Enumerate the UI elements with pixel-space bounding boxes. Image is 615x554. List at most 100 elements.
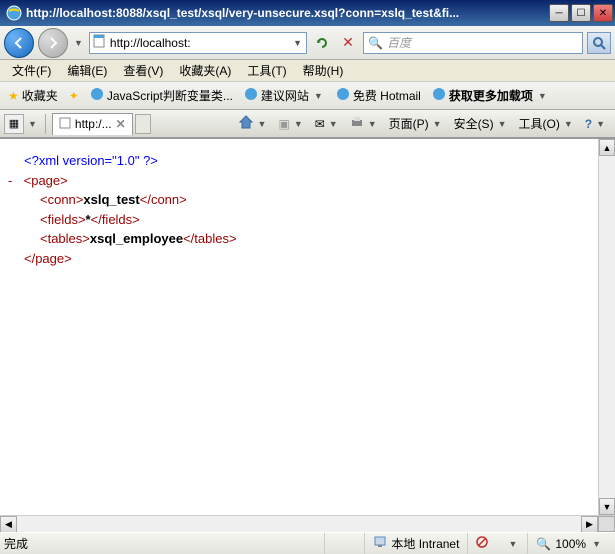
close-button[interactable]: ✕ — [593, 4, 613, 22]
quick-tabs-button[interactable]: ▦ — [4, 114, 24, 134]
tab-page-icon — [59, 117, 71, 132]
fav-more-label: 获取更多加载项 — [449, 87, 533, 104]
safety-label: 安全(S) — [454, 115, 494, 132]
print-button[interactable]: ▼ — [346, 113, 383, 134]
refresh-button[interactable] — [311, 32, 333, 54]
menu-edit[interactable]: 编辑(E) — [59, 60, 115, 81]
tools-label: 工具(O) — [518, 115, 559, 132]
scroll-right-button[interactable]: ▶ — [581, 516, 598, 533]
xml-viewer: <?xml version="1.0" ?> - <page> <conn>xs… — [0, 139, 598, 515]
mail-button[interactable]: ✉ ▼ — [311, 115, 344, 133]
menu-view[interactable]: 查看(V) — [115, 60, 171, 81]
ie-page-icon — [432, 87, 446, 104]
tab-list-dropdown[interactable]: ▼ — [26, 119, 39, 129]
chevron-down-icon: ▼ — [292, 119, 305, 129]
status-empty — [324, 533, 364, 554]
scroll-track[interactable] — [599, 156, 615, 498]
xml-element: - <page> — [8, 171, 590, 191]
browser-tab[interactable]: http:/... ✕ — [52, 113, 133, 135]
safety-menu[interactable]: 安全(S) ▼ — [450, 113, 513, 134]
rss-icon: ▣ — [278, 117, 289, 131]
xml-element: <tables>xsql_employee</tables> — [40, 229, 590, 249]
nav-history-dropdown[interactable]: ▼ — [72, 38, 85, 48]
zone-indicator[interactable]: 本地 Intranet — [364, 533, 467, 554]
fav-hotmail-label: 免费 Hotmail — [353, 87, 421, 104]
home-icon — [238, 114, 254, 133]
zoom-control[interactable]: 🔍 100% ▼ — [527, 533, 611, 554]
chevron-down-icon: ▼ — [507, 539, 520, 549]
zone-label: 本地 Intranet — [391, 535, 459, 552]
menu-tools[interactable]: 工具(T) — [239, 60, 294, 81]
favorites-bar: ★ 收藏夹 ✦ JavaScript判断变量类... 建议网站 ▼ 免费 Hot… — [0, 82, 615, 110]
menu-file[interactable]: 文件(F) — [4, 60, 59, 81]
xml-element: <fields>*</fields> — [40, 210, 590, 230]
maximize-button[interactable]: ☐ — [571, 4, 591, 22]
scroll-track[interactable] — [17, 516, 581, 532]
print-icon — [350, 115, 364, 132]
chevron-down-icon: ▼ — [366, 119, 379, 129]
content-area: <?xml version="1.0" ?> - <page> <conn>xs… — [0, 138, 615, 515]
xml-text: xsql_employee — [90, 231, 183, 246]
navigation-bar: ▼ ▼ ✕ 🔍 百度 — [0, 26, 615, 60]
page-menu[interactable]: 页面(P) ▼ — [385, 113, 448, 134]
fav-js-label: JavaScript判断变量类... — [107, 87, 233, 104]
ie-page-icon — [244, 87, 258, 104]
tools-menu[interactable]: 工具(O) ▼ — [514, 113, 578, 134]
vertical-scrollbar[interactable]: ▲ ▼ — [598, 139, 615, 515]
xml-element: </page> — [24, 249, 590, 269]
page-label: 页面(P) — [389, 115, 429, 132]
chevron-down-icon: ▼ — [256, 119, 269, 129]
menu-help[interactable]: 帮助(H) — [295, 60, 352, 81]
xml-open-tag: <conn> — [40, 192, 83, 207]
computer-icon — [373, 535, 387, 552]
back-button[interactable] — [4, 28, 34, 58]
stop-button[interactable]: ✕ — [337, 32, 359, 54]
chevron-down-icon: ▼ — [312, 91, 325, 101]
xml-close-tag: </conn> — [140, 192, 187, 207]
address-input[interactable] — [110, 36, 291, 50]
chevron-down-icon: ▼ — [536, 91, 549, 101]
ie-page-icon — [336, 87, 350, 104]
fav-hotmail[interactable]: 免费 Hotmail — [332, 85, 425, 106]
fav-suggest[interactable]: 建议网站 ▼ — [240, 85, 329, 106]
fav-js-item[interactable]: JavaScript判断变量类... — [86, 85, 237, 106]
scroll-left-button[interactable]: ◀ — [0, 516, 17, 533]
address-dropdown[interactable]: ▼ — [291, 38, 304, 48]
search-box[interactable]: 🔍 百度 — [363, 32, 583, 54]
xml-text: xslq_test — [83, 192, 139, 207]
fav-more-addons[interactable]: 获取更多加载项 ▼ — [428, 85, 553, 106]
tab-bar: ▦ ▼ http:/... ✕ ▼ ▣ ▼ ✉ ▼ ▼ 页面(P) ▼ 安全(S… — [0, 110, 615, 138]
xml-declaration: <?xml version="1.0" ?> — [24, 151, 590, 171]
menu-favorites[interactable]: 收藏夹(A) — [171, 60, 239, 81]
forward-button[interactable] — [38, 28, 68, 58]
feeds-button[interactable]: ▣ ▼ — [274, 115, 308, 133]
search-go-button[interactable] — [587, 32, 611, 54]
xml-close-tag: </tables> — [183, 231, 237, 246]
scroll-corner — [598, 516, 615, 532]
xml-open-tag: <tables> — [40, 231, 90, 246]
tab-title: http:/... — [75, 117, 112, 131]
scroll-up-button[interactable]: ▲ — [599, 139, 615, 156]
tab-close-button[interactable]: ✕ — [116, 117, 126, 131]
address-bar[interactable]: ▼ — [89, 32, 307, 54]
separator — [45, 114, 46, 134]
home-button[interactable]: ▼ — [234, 112, 273, 135]
zoom-value: 100% — [555, 537, 586, 551]
mail-icon: ✉ — [315, 117, 325, 131]
collapse-toggle[interactable]: - — [8, 171, 20, 191]
menu-bar: 文件(F) 编辑(E) 查看(V) 收藏夹(A) 工具(T) 帮助(H) — [0, 60, 615, 82]
help-button[interactable]: ? ▼ — [581, 115, 611, 133]
ie-icon — [6, 5, 22, 21]
new-tab-button[interactable] — [135, 114, 151, 134]
minimize-button[interactable]: ─ — [549, 4, 569, 22]
add-star-icon: ✦ — [69, 89, 79, 103]
ie-page-icon — [90, 87, 104, 104]
chevron-down-icon: ▼ — [327, 119, 340, 129]
add-favorite-button[interactable]: ✦ — [65, 87, 83, 105]
horizontal-scrollbar[interactable]: ◀ ▶ — [0, 515, 615, 532]
favorites-button[interactable]: ★ 收藏夹 — [4, 85, 62, 106]
scroll-down-button[interactable]: ▼ — [599, 498, 615, 515]
shield-icon — [476, 536, 488, 551]
status-bar: 完成 本地 Intranet ▼ 🔍 100% ▼ — [0, 532, 615, 554]
window-titlebar: http://localhost:8088/xsql_test/xsql/ver… — [0, 0, 615, 26]
